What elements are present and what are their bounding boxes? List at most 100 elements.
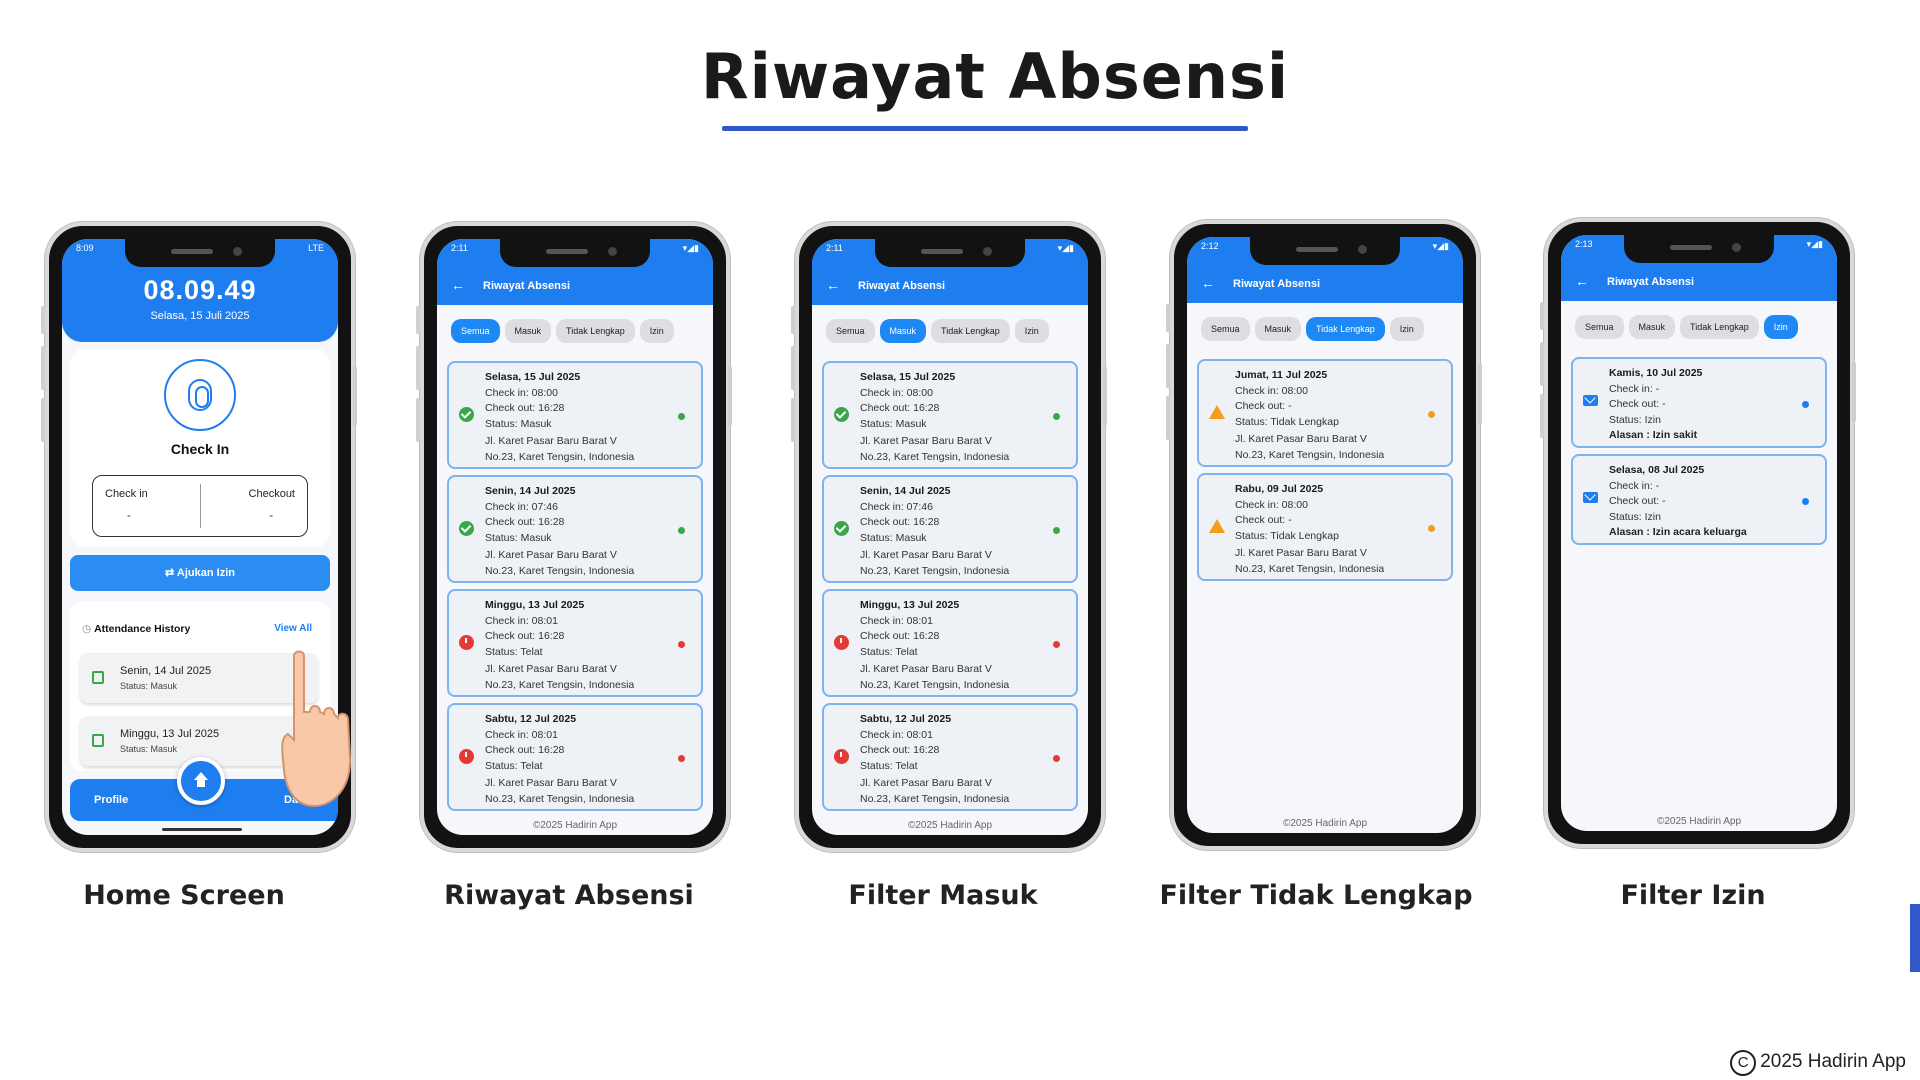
card-date: Rabu, 09 Jul 2025 <box>1235 483 1324 495</box>
side-button <box>1852 362 1856 422</box>
status-dot <box>1802 401 1809 408</box>
attendance-card[interactable]: Sabtu, 12 Jul 2025 Check in: 08:01 Check… <box>447 703 703 811</box>
card-checkin: Check in: 08:01 <box>860 728 933 741</box>
phone-screen: 2:11 ▾◢▮ ← Riwayat Absensi Semua Masuk Tida… <box>416 222 732 852</box>
card-checkin: Check in: 08:00 <box>1235 384 1308 397</box>
status-dot <box>1053 527 1060 534</box>
attendance-card[interactable]: Senin, 14 Jul 2025 Check in: 07:46 Check… <box>822 475 1078 583</box>
card-status: Status: Tidak Lengkap <box>1235 529 1339 542</box>
filter-chip[interactable]: Tidak Lengkap <box>1680 315 1759 339</box>
status-dot <box>678 641 685 648</box>
card-checkout: Check out: 16:28 <box>485 630 565 642</box>
status-time: 2:12 <box>1201 241 1219 251</box>
filter-chip[interactable]: Tidak Lengkap <box>931 319 1010 343</box>
attendance-card[interactable]: Jumat, 11 Jul 2025 Check in: 08:00 Check… <box>1197 359 1453 467</box>
card-date: Jumat, 11 Jul 2025 <box>1235 369 1328 381</box>
card-date: Sabtu, 12 Jul 2025 <box>860 713 952 725</box>
side-button <box>416 346 420 390</box>
attendance-card[interactable]: Sabtu, 12 Jul 2025 Check in: 08:01 Check… <box>822 703 1078 811</box>
card-address: Jl. Karet Pasar Baru Barat V No.23, Karet… <box>485 548 691 579</box>
back-arrow-icon[interactable]: ← <box>451 277 465 293</box>
status-dot <box>678 755 685 762</box>
view-all-link[interactable]: View All <box>274 623 312 634</box>
card-date: Minggu, 13 Jul 2025 <box>860 599 960 611</box>
filter-chip[interactable]: Semua <box>826 319 875 343</box>
status-time: 2:11 <box>451 243 468 253</box>
filter-chip[interactable]: Tidak Lengkap <box>556 319 635 343</box>
card-checkin: Check in: 07:46 <box>860 500 933 513</box>
filter-chip[interactable]: Semua <box>1575 315 1624 339</box>
card-checkin: Check in: 08:00 <box>860 386 933 399</box>
card-date: Selasa, 15 Jul 2025 <box>860 371 956 383</box>
status-dot <box>678 413 685 420</box>
card-checkout: Check out: 16:28 <box>485 744 565 756</box>
status-icons: ▾◢▮ <box>1057 243 1074 253</box>
card-address: Jl. Karet Pasar Baru Barat V No.23, Karet… <box>1235 432 1441 463</box>
card-status: Status: Telat <box>860 645 918 658</box>
card-address-line: No.23, Karet Tengsin, Indonesia <box>860 450 1010 463</box>
card-checkin: Check in: - <box>1609 479 1660 492</box>
title-underline <box>722 126 1248 131</box>
filter-chip[interactable]: Masuk <box>1628 315 1676 339</box>
filter-chip[interactable]: Izin <box>639 319 674 343</box>
card-status: Status: Masuk <box>860 417 927 430</box>
checkout-value: - <box>269 510 273 522</box>
card-checkin: Check in: 08:01 <box>485 728 558 741</box>
attendance-history-title: Attendance History <box>82 623 190 635</box>
card-checkin: Check in: 08:00 <box>1235 498 1308 511</box>
card-address-line: Jl. Karet Pasar Baru Barat V <box>485 777 617 789</box>
side-button <box>41 398 45 442</box>
side-button <box>728 366 732 426</box>
back-arrow-icon[interactable]: ← <box>1575 273 1589 289</box>
filter-chip[interactable]: Izin <box>1763 315 1798 339</box>
attendance-card[interactable]: Selasa, 15 Jul 2025 Check in: 08:00 Chec… <box>447 361 703 469</box>
side-button <box>1478 364 1482 424</box>
card-checkin: Check in: 07:46 <box>485 500 558 513</box>
side-button <box>416 398 420 442</box>
filter-chip[interactable]: Masuk <box>879 319 927 343</box>
back-arrow-icon[interactable]: ← <box>1201 275 1215 291</box>
phone-screen: 2:13 ▾◢▮ ← Riwayat Absensi Semua Masuk Tida… <box>1540 218 1856 848</box>
notch <box>500 239 650 267</box>
attendance-card[interactable]: Kamis, 10 Jul 2025 Check in: - Check out… <box>1571 357 1827 448</box>
filter-chip[interactable]: Izin <box>1014 319 1049 343</box>
izin-icon: ⇄ <box>165 567 177 579</box>
filter-chip[interactable]: Masuk <box>1254 317 1302 341</box>
attendance-card[interactable]: Minggu, 13 Jul 2025 Check in: 08:01 Chec… <box>822 589 1078 697</box>
attendance-card[interactable]: Minggu, 13 Jul 2025 Check in: 08:01 Chec… <box>447 589 703 697</box>
card-address-line: No.23, Karet Tengsin, Indonesia <box>860 678 1010 691</box>
card-checkout: Check out: 16:28 <box>485 402 565 414</box>
card-address-line: No.23, Karet Tengsin, Indonesia <box>485 564 635 577</box>
filter-chip[interactable]: Tidak Lengkap <box>1306 317 1385 341</box>
notch <box>1624 235 1774 263</box>
status-dot <box>1428 525 1435 532</box>
home-icon[interactable] <box>177 757 225 805</box>
fingerprint-icon[interactable] <box>164 359 236 431</box>
attendance-card[interactable]: Selasa, 08 Jul 2025 Check in: - Check ou… <box>1571 454 1827 545</box>
card-checkout: Check out: 16:28 <box>860 402 940 414</box>
status-time: 8:09 <box>76 243 94 253</box>
status-dot <box>1428 411 1435 418</box>
attendance-card[interactable]: Selasa, 15 Jul 2025 Check in: 08:00 Chec… <box>822 361 1078 469</box>
filter-chip[interactable]: Masuk <box>504 319 552 343</box>
card-address-line: No.23, Karet Tengsin, Indonesia <box>485 450 635 463</box>
filter-chip[interactable]: Izin <box>1389 317 1424 341</box>
check-in-label: Check In <box>170 441 230 457</box>
attendance-card[interactable]: Senin, 14 Jul 2025 Check in: 07:46 Check… <box>447 475 703 583</box>
app-bar-title: Riwayat Absensi <box>1607 276 1695 288</box>
back-arrow-icon[interactable]: ← <box>826 277 840 293</box>
check-circle-icon <box>834 407 849 422</box>
nav-profile[interactable]: Profile <box>94 794 128 806</box>
history-date: Senin, 14 Jul 2025 <box>120 665 212 677</box>
card-status: Status: Telat <box>860 759 918 772</box>
ajukan-izin-button[interactable]: ⇄ Ajukan Izin <box>70 555 330 591</box>
phone-caption: Filter Tidak Lengkap <box>1159 880 1473 911</box>
ajukan-izin-label: Ajukan Izin <box>176 567 235 579</box>
filter-chip[interactable]: Semua <box>1201 317 1250 341</box>
card-status: Status: Telat <box>485 759 543 772</box>
card-address: Jl. Karet Pasar Baru Barat V No.23, Karet… <box>860 434 1066 465</box>
filter-chip[interactable]: Semua <box>451 319 500 343</box>
copyright-icon: C <box>1730 1050 1757 1076</box>
attendance-card[interactable]: Rabu, 09 Jul 2025 Check in: 08:00 Check … <box>1197 473 1453 581</box>
clock-icon <box>459 749 474 764</box>
